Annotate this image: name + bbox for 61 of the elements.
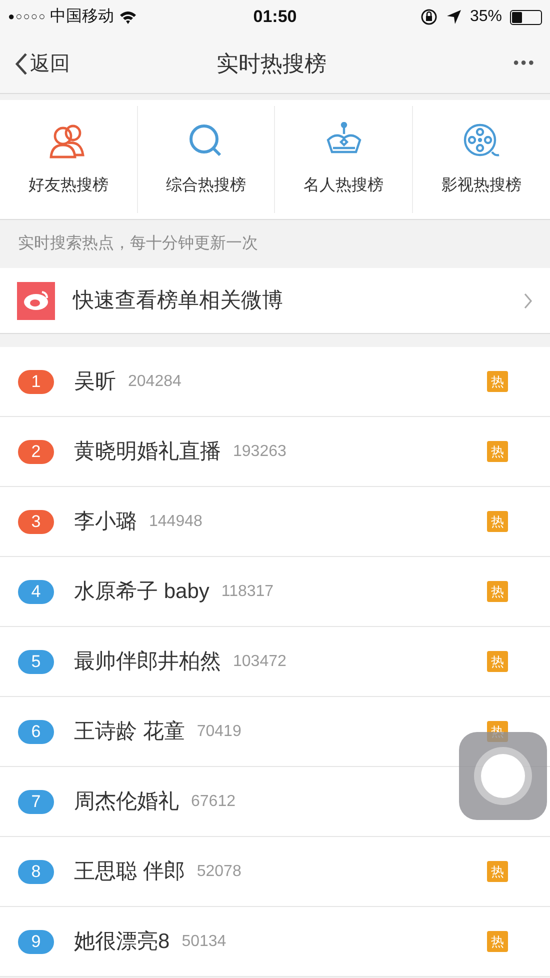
wifi-icon xyxy=(118,9,138,25)
battery-percentage: 35% xyxy=(470,7,502,27)
weibo-link-row[interactable]: 快速查看榜单相关微博 xyxy=(0,268,550,334)
hot-search-row[interactable]: 4 水原希子 baby 118317 热 xyxy=(0,557,550,627)
back-button[interactable]: 返回 xyxy=(14,48,70,78)
notice-text: 实时搜索热点，每十分钟更新一次 xyxy=(18,234,258,254)
more-button[interactable]: ••• xyxy=(513,52,536,76)
search-count: 50134 xyxy=(182,932,228,952)
search-count: 103472 xyxy=(233,652,288,672)
topic-title: 吴昕 xyxy=(74,368,116,395)
topic-title: 黄晓明婚礼直播 xyxy=(74,438,221,465)
search-count: 193263 xyxy=(233,442,288,462)
weibo-logo-icon xyxy=(17,282,55,320)
search-count: 204284 xyxy=(128,372,182,392)
search-count: 67612 xyxy=(191,792,236,812)
hot-badge: 热 xyxy=(487,861,508,882)
rank-badge: 1 xyxy=(18,370,54,394)
hot-badge: 热 xyxy=(487,511,508,532)
topic-title: 周杰伦婚礼 xyxy=(74,788,179,815)
rank-badge: 4 xyxy=(18,580,54,604)
hot-search-row[interactable]: 2 黄晓明婚礼直播 193263 热 xyxy=(0,417,550,487)
location-arrow-icon xyxy=(446,9,462,25)
search-count: 144948 xyxy=(149,512,204,532)
signal-strength: ●○○○○ xyxy=(8,10,46,25)
hot-badge: 热 xyxy=(487,441,508,462)
rank-badge: 2 xyxy=(18,440,54,464)
search-count: 118317 xyxy=(221,582,275,602)
rank-badge: 7 xyxy=(18,790,54,814)
topic-title: 王思聪 伴郎 xyxy=(74,858,185,885)
rotation-lock-icon xyxy=(420,8,438,26)
search-count: 70419 xyxy=(196,722,242,742)
clock-time: 01:50 xyxy=(252,6,298,28)
hot-badge: 热 xyxy=(487,581,508,602)
hot-badge: 热 xyxy=(487,651,508,672)
search-count: 52078 xyxy=(196,862,242,882)
hot-search-row[interactable]: 3 李小璐 144948 热 xyxy=(0,487,550,557)
hot-search-row[interactable]: 1 吴昕 204284 热 xyxy=(0,347,550,417)
battery-icon xyxy=(510,10,542,24)
chevron-left-icon xyxy=(14,52,28,76)
hot-search-row[interactable]: 8 王思聪 伴郎 52078 热 xyxy=(0,837,550,907)
category-tab[interactable]: 影视热搜榜 xyxy=(412,106,550,213)
page-title: 实时热搜榜 xyxy=(216,50,328,78)
hot-search-row[interactable]: 5 最帅伴郎井柏然 103472 热 xyxy=(0,627,550,697)
rank-badge: 8 xyxy=(18,860,54,884)
category-tab[interactable]: 综合热搜榜 xyxy=(138,106,275,213)
hot-badge: 热 xyxy=(487,931,508,952)
topic-title: 水原希子 baby xyxy=(74,578,210,605)
rank-badge: 9 xyxy=(18,930,54,954)
topic-title: 王诗龄 花童 xyxy=(74,718,185,745)
hot-search-row[interactable]: 9 她很漂亮8 50134 热 xyxy=(0,907,550,977)
chevron-right-icon xyxy=(523,292,533,310)
rank-badge: 5 xyxy=(18,650,54,674)
topic-title: 她很漂亮8 xyxy=(74,928,170,955)
rank-badge: 3 xyxy=(18,510,54,534)
category-tab[interactable]: 名人热搜榜 xyxy=(275,106,412,213)
carrier-name: 中国移动 xyxy=(50,6,114,27)
rank-badge: 6 xyxy=(18,720,54,744)
category-tab[interactable]: 好友热搜榜 xyxy=(0,106,138,213)
topic-title: 李小璐 xyxy=(74,508,137,535)
topic-title: 最帅伴郎井柏然 xyxy=(74,648,221,675)
hot-badge: 热 xyxy=(487,371,508,392)
